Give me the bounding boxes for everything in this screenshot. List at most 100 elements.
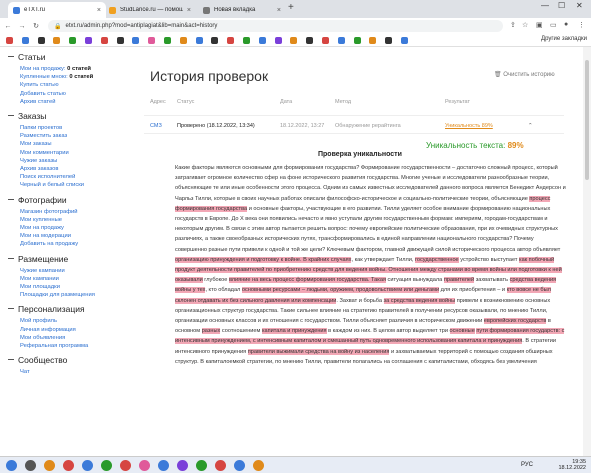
bookmark-icon[interactable] bbox=[306, 37, 314, 44]
chevron-up-icon[interactable]: ⌃ bbox=[528, 123, 533, 129]
sidebar-link[interactable]: Архив статей bbox=[8, 98, 138, 106]
app-icon[interactable] bbox=[253, 460, 264, 471]
minimize-icon[interactable]: — bbox=[541, 1, 549, 10]
app-icon[interactable] bbox=[215, 460, 226, 471]
bookmark-icon[interactable] bbox=[274, 37, 282, 44]
telegram-icon[interactable] bbox=[158, 460, 169, 471]
sidebar-link[interactable]: Мои кампании bbox=[8, 275, 138, 283]
search-icon[interactable] bbox=[25, 460, 36, 471]
bookmark-icon[interactable] bbox=[211, 37, 219, 44]
bookmark-icon[interactable] bbox=[179, 37, 187, 44]
bookmark-icon[interactable] bbox=[132, 37, 140, 44]
sidebar-link[interactable]: Поиск исполнителей bbox=[8, 173, 138, 181]
sidebar-link[interactable]: Реферальная программа bbox=[8, 342, 138, 350]
language-indicator[interactable]: РУС bbox=[521, 462, 533, 468]
app-icon[interactable] bbox=[139, 460, 150, 471]
bookmark-icon[interactable] bbox=[21, 37, 29, 44]
other-bookmarks[interactable]: Другие закладки bbox=[541, 36, 587, 42]
bookmark-icon[interactable] bbox=[148, 37, 156, 44]
sidebar-link[interactable]: Мои заказы bbox=[8, 140, 138, 148]
sidebar-link[interactable]: Мои объявления bbox=[8, 334, 138, 342]
bookmark-icon[interactable] bbox=[6, 37, 13, 44]
file-explorer-icon[interactable] bbox=[44, 460, 55, 471]
sidebar-link[interactable]: Площадки для размещения bbox=[8, 291, 138, 299]
sidebar-link[interactable]: Купленные мною: 0 статей bbox=[8, 73, 138, 81]
chrome-icon[interactable] bbox=[63, 460, 74, 471]
text-fragment: глубокое bbox=[202, 277, 229, 284]
back-icon[interactable]: ← bbox=[2, 23, 14, 30]
bookmark-icon[interactable] bbox=[322, 37, 329, 44]
sidebar-icon[interactable]: ▭ bbox=[550, 21, 557, 29]
sidebar-link[interactable]: Мой профиль bbox=[8, 317, 138, 325]
sidebar-link[interactable]: Магазин фотографий bbox=[8, 208, 138, 216]
sidebar-link[interactable]: Разместить заказ bbox=[8, 132, 138, 140]
bookmark-icon[interactable] bbox=[100, 37, 108, 44]
app-icon[interactable] bbox=[196, 460, 207, 471]
bookmark-icon[interactable] bbox=[290, 37, 298, 44]
sidebar-link[interactable]: Купить статью bbox=[8, 81, 138, 89]
menu-icon[interactable]: ⋮ bbox=[578, 21, 585, 29]
app-icon[interactable] bbox=[101, 460, 112, 471]
sidebar-link[interactable]: Чат bbox=[8, 368, 138, 376]
row-address[interactable]: СМЗ bbox=[150, 123, 162, 129]
bookmark-icon[interactable] bbox=[337, 37, 345, 44]
text-fragment: в каждом из них. В целом автор выделяет … bbox=[326, 328, 450, 335]
browser-tab[interactable]: StudLance.ru — помощь студен… × bbox=[104, 2, 196, 18]
profile-icon[interactable]: ● bbox=[564, 21, 568, 28]
sidebar-link[interactable]: Папки проектов bbox=[8, 124, 138, 132]
new-tab-button[interactable]: + bbox=[288, 2, 294, 13]
start-icon[interactable] bbox=[6, 460, 17, 471]
maximize-icon[interactable]: ☐ bbox=[558, 1, 565, 10]
tab-close-icon[interactable]: × bbox=[277, 7, 281, 14]
sidebar-link[interactable]: Чужие заказы bbox=[8, 157, 138, 165]
bookmark-icon[interactable] bbox=[53, 37, 61, 44]
clock[interactable]: 19:35 18.12.2022 bbox=[558, 459, 586, 471]
forward-icon[interactable]: → bbox=[16, 23, 28, 30]
extensions-icon[interactable]: ▣ bbox=[536, 21, 543, 29]
bookmark-icon[interactable] bbox=[85, 37, 92, 44]
browser-tab[interactable]: eTXT.ru × bbox=[8, 2, 106, 18]
opera-icon[interactable] bbox=[120, 460, 131, 471]
sidebar-section: Заказы Папки проектов Разместить заказ Мои … bbox=[8, 111, 138, 190]
tab-close-icon[interactable]: × bbox=[187, 7, 191, 14]
sidebar-link[interactable]: Мои на модерации bbox=[8, 232, 138, 240]
close-window-icon[interactable]: ✕ bbox=[576, 1, 583, 10]
bookmark-icon[interactable] bbox=[69, 37, 77, 44]
edge-icon[interactable] bbox=[82, 460, 93, 471]
bookmark-icon[interactable] bbox=[401, 37, 408, 44]
bookmark-icon[interactable] bbox=[195, 37, 203, 44]
bookmark-icon[interactable] bbox=[164, 37, 171, 44]
browser-tab[interactable]: Новая вкладка × bbox=[198, 2, 286, 18]
sidebar-link-label: Реферальная программа bbox=[20, 343, 89, 350]
url-field[interactable]: 🔒 etxt.ru/admin.php?mod=antiplagiat&lib=… bbox=[48, 20, 503, 32]
clear-history-button[interactable]: 🗑 Очистить историю bbox=[494, 71, 555, 78]
app-icon[interactable] bbox=[177, 460, 188, 471]
bookmark-icon[interactable] bbox=[227, 37, 235, 44]
app-icon[interactable] bbox=[234, 460, 245, 471]
share-icon[interactable]: ⇪ bbox=[510, 21, 516, 29]
sidebar-link[interactable]: Добавить на продажу bbox=[8, 240, 138, 248]
bookmark-icon[interactable] bbox=[37, 37, 45, 44]
bookmark-icon[interactable] bbox=[243, 37, 250, 44]
star-icon[interactable]: ☆ bbox=[522, 21, 528, 29]
sidebar-link[interactable]: Мои на продажу bbox=[8, 224, 138, 232]
scrollbar-thumb[interactable] bbox=[585, 60, 589, 180]
sidebar-link[interactable]: Архив заказов bbox=[8, 165, 138, 173]
row-result[interactable]: Уникальность 89% bbox=[445, 123, 493, 129]
sidebar-link[interactable]: Мои купленные bbox=[8, 216, 138, 224]
sidebar-link[interactable]: Добавить статью bbox=[8, 90, 138, 98]
tab-close-icon[interactable]: × bbox=[97, 7, 101, 14]
bookmark-icon[interactable] bbox=[385, 37, 393, 44]
sidebar-link[interactable]: Личная информация bbox=[8, 326, 138, 334]
sidebar-link[interactable]: Мои комментарии bbox=[8, 149, 138, 157]
sidebar-link[interactable]: Черный и белый списки bbox=[8, 181, 138, 189]
sidebar-link[interactable]: Мои площадки bbox=[8, 283, 138, 291]
bookmark-icon[interactable] bbox=[353, 37, 361, 44]
reload-icon[interactable]: ↻ bbox=[30, 22, 42, 30]
bookmark-icon[interactable] bbox=[116, 37, 124, 44]
sidebar-link[interactable]: Мои на продажу: 0 статей bbox=[8, 65, 138, 73]
sidebar-link[interactable]: Чужие кампании bbox=[8, 267, 138, 275]
bookmark-icon[interactable] bbox=[258, 37, 266, 44]
bookmark-icon[interactable] bbox=[369, 37, 377, 44]
sidebar-section-title: Статьи bbox=[8, 52, 138, 62]
